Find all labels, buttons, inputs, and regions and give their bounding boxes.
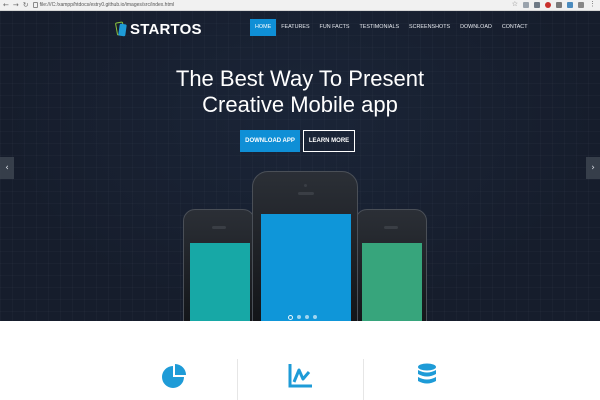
- address-bar[interactable]: file:///C:/xampp/htdocs/estry0.github.io…: [32, 1, 175, 10]
- nav-item-screenshots[interactable]: SCREENSHOTS: [404, 19, 455, 36]
- line-chart-icon: [287, 361, 315, 389]
- features-section: [0, 321, 600, 400]
- extension-icon[interactable]: [523, 2, 529, 8]
- headline-line-1: The Best Way To Present: [175, 66, 425, 91]
- carousel-dot[interactable]: [288, 314, 293, 320]
- database-icon: [413, 361, 441, 389]
- nav-item-home[interactable]: HOME: [250, 19, 277, 36]
- phone-screen-right: [362, 243, 422, 321]
- headline-line-2: Creative Mobile app: [202, 92, 398, 117]
- carousel-indicators: [288, 314, 317, 320]
- nav-item-testimonials[interactable]: TESTIMONIALS: [355, 19, 405, 36]
- adblock-icon[interactable]: [545, 2, 551, 8]
- carousel-dot[interactable]: [313, 315, 317, 319]
- phone-mockup-right: [355, 209, 427, 321]
- hero-headline: The Best Way To Present Creative Mobile …: [0, 66, 600, 118]
- extension-icon[interactable]: [578, 2, 584, 8]
- back-icon[interactable]: ←: [3, 1, 9, 9]
- phone-mockup-left: [183, 209, 255, 321]
- forward-icon[interactable]: →: [13, 1, 19, 9]
- menu-icon[interactable]: ⋮: [589, 1, 596, 8]
- extension-icon[interactable]: [567, 2, 573, 8]
- file-icon: [32, 2, 38, 8]
- feature-divider: [237, 359, 238, 400]
- chevron-right-icon[interactable]: ›: [586, 157, 600, 179]
- nav-item-fun-facts[interactable]: FUN FACTS: [315, 19, 355, 36]
- feature-divider: [363, 359, 364, 400]
- chevron-left-icon[interactable]: ‹: [0, 157, 14, 179]
- pie-chart-icon: [160, 361, 188, 389]
- main-nav: HOME FEATURES FUN FACTS TESTIMONIALS SCR…: [250, 19, 533, 36]
- brand-name: STARTOS: [130, 21, 202, 38]
- phone-mockup-center: [252, 171, 358, 321]
- carousel-dot[interactable]: [297, 315, 301, 319]
- extension-icon[interactable]: [534, 2, 540, 8]
- phone-screen-center: [261, 214, 351, 321]
- phone-screen-left: [190, 243, 250, 321]
- phone-logo-icon: [114, 21, 127, 37]
- logo[interactable]: STARTOS: [114, 21, 202, 38]
- nav-item-download[interactable]: DOWNLOAD: [455, 19, 497, 36]
- learn-more-button[interactable]: LEARN MORE: [303, 130, 355, 152]
- star-icon[interactable]: ☆: [512, 1, 518, 8]
- address-url[interactable]: file:///C:/xampp/htdocs/estry0.github.io…: [40, 2, 175, 8]
- browser-toolbar: ← → ↻ file:///C:/xampp/htdocs/estry0.git…: [0, 0, 600, 11]
- download-app-button[interactable]: DOWNLOAD APP: [240, 130, 300, 152]
- nav-item-features[interactable]: FEATURES: [276, 19, 314, 36]
- hero-section: STARTOS HOME FEATURES FUN FACTS TESTIMON…: [0, 11, 600, 321]
- extension-icon[interactable]: [556, 2, 562, 8]
- reload-icon[interactable]: ↻: [23, 1, 29, 9]
- nav-item-contact[interactable]: CONTACT: [497, 19, 533, 36]
- browser-nav: ← → ↻: [0, 1, 29, 9]
- carousel-dot[interactable]: [305, 315, 309, 319]
- extension-bar: ☆ ⋮: [512, 1, 600, 8]
